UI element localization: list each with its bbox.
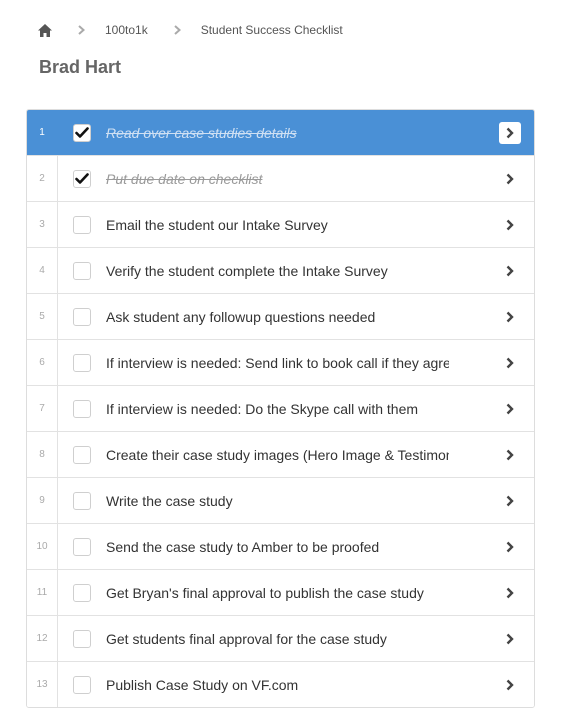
- checkmark-icon: [75, 126, 89, 139]
- chevron-right-icon: [78, 25, 85, 35]
- task-label[interactable]: Email the student our Intake Survey: [106, 217, 449, 233]
- checklist-row[interactable]: 3 Email the student our Intake Survey: [27, 201, 534, 247]
- chevron-right-icon[interactable]: [499, 398, 521, 420]
- checklist-row[interactable]: 4 Verify the student complete the Intake …: [27, 247, 534, 293]
- task-label[interactable]: Create their case study images (Hero Ima…: [106, 447, 449, 463]
- row-number: 7: [27, 386, 58, 431]
- task-label[interactable]: Get students final approval for the case…: [106, 631, 449, 647]
- task-label[interactable]: Get Bryan's final approval to publish th…: [106, 585, 449, 601]
- task-checkbox[interactable]: [73, 169, 91, 188]
- row-number: 8: [27, 432, 58, 477]
- task-checkbox[interactable]: [73, 583, 91, 602]
- chevron-right-icon[interactable]: [499, 444, 521, 466]
- task-label[interactable]: Verify the student complete the Intake S…: [106, 263, 449, 279]
- checkmark-icon: [75, 172, 89, 185]
- task-checkbox[interactable]: [73, 123, 91, 142]
- task-checkbox[interactable]: [73, 629, 91, 648]
- task-label[interactable]: Put due date on checklist: [106, 171, 449, 187]
- row-number: 1: [27, 110, 58, 155]
- breadcrumb: 100to1k Student Success Checklist: [38, 21, 343, 39]
- chevron-right-icon[interactable]: [499, 121, 521, 144]
- checklist-row[interactable]: 8 Create their case study images (Hero Im…: [27, 431, 534, 477]
- checklist-row[interactable]: 13 Publish Case Study on VF.com: [27, 661, 534, 707]
- task-label[interactable]: Read over case studies details: [106, 125, 449, 141]
- breadcrumb-item-program[interactable]: 100to1k: [105, 23, 148, 37]
- row-number: 5: [27, 294, 58, 339]
- page-title: Brad Hart: [39, 57, 122, 77]
- checklist-row[interactable]: 1 Read over case studies details: [27, 110, 534, 155]
- home-icon[interactable]: [38, 23, 52, 37]
- row-number: 4: [27, 248, 58, 293]
- checklist-row[interactable]: 2 Put due date on checklist: [27, 155, 534, 201]
- checklist-row[interactable]: 10 Send the case study to Amber to be pro…: [27, 523, 534, 569]
- row-number: 10: [27, 524, 58, 569]
- checklist-row[interactable]: 7 If interview is needed: Do the Skype ca…: [27, 385, 534, 431]
- checklist: 1 Read over case studies details 2 Put due …: [26, 109, 535, 708]
- chevron-right-icon[interactable]: [499, 214, 521, 236]
- task-checkbox[interactable]: [73, 215, 91, 234]
- chevron-right-icon[interactable]: [499, 628, 521, 650]
- row-number: 9: [27, 478, 58, 523]
- checklist-row[interactable]: 6 If interview is needed: Send link to bo…: [27, 339, 534, 385]
- chevron-right-icon: [174, 25, 181, 35]
- chevron-right-icon[interactable]: [499, 536, 521, 558]
- chevron-right-icon[interactable]: [499, 352, 521, 374]
- checklist-row[interactable]: 5 Ask student any followup questions need…: [27, 293, 534, 339]
- task-checkbox[interactable]: [73, 307, 91, 326]
- row-number: 11: [27, 570, 58, 615]
- task-checkbox[interactable]: [73, 353, 91, 372]
- task-checkbox[interactable]: [73, 537, 91, 556]
- task-checkbox[interactable]: [73, 445, 91, 464]
- checklist-row[interactable]: 9 Write the case study: [27, 477, 534, 523]
- task-label[interactable]: Write the case study: [106, 493, 449, 509]
- task-label[interactable]: If interview is needed: Send link to boo…: [106, 355, 449, 371]
- chevron-right-icon[interactable]: [499, 306, 521, 328]
- task-checkbox[interactable]: [73, 491, 91, 510]
- task-checkbox[interactable]: [73, 261, 91, 280]
- row-number: 2: [27, 156, 58, 201]
- task-label[interactable]: Publish Case Study on VF.com: [106, 677, 449, 693]
- checklist-row[interactable]: 12 Get students final approval for the ca…: [27, 615, 534, 661]
- task-label[interactable]: Ask student any followup questions neede…: [106, 309, 449, 325]
- chevron-right-icon[interactable]: [499, 582, 521, 604]
- chevron-right-icon[interactable]: [499, 168, 521, 190]
- task-checkbox[interactable]: [73, 675, 91, 694]
- row-number: 13: [27, 662, 58, 707]
- chevron-right-icon[interactable]: [499, 674, 521, 696]
- checklist-row[interactable]: 11 Get Bryan's final approval to publish …: [27, 569, 534, 615]
- row-number: 12: [27, 616, 58, 661]
- chevron-right-icon[interactable]: [499, 260, 521, 282]
- row-number: 3: [27, 202, 58, 247]
- breadcrumb-item-checklist[interactable]: Student Success Checklist: [201, 23, 343, 37]
- task-label[interactable]: Send the case study to Amber to be proof…: [106, 539, 449, 555]
- task-checkbox[interactable]: [73, 399, 91, 418]
- chevron-right-icon[interactable]: [499, 490, 521, 512]
- task-label[interactable]: If interview is needed: Do the Skype cal…: [106, 401, 449, 417]
- row-number: 6: [27, 340, 58, 385]
